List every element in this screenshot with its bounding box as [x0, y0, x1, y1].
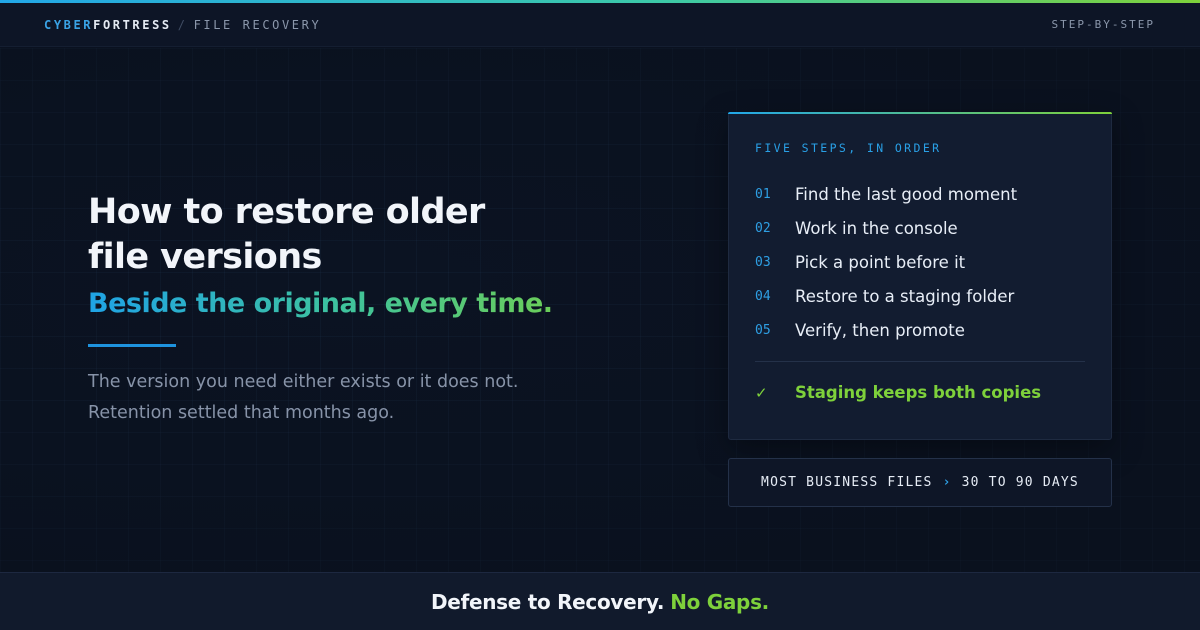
footer-tagline: Defense to Recovery.: [431, 589, 665, 614]
step-number: 03: [755, 254, 771, 270]
card-accent-bar: [728, 112, 1112, 114]
step-label: Find the last good moment: [795, 184, 1018, 204]
footer-bar: Defense to Recovery. No Gaps.: [0, 572, 1200, 630]
step-item: 04 Restore to a staging folder: [755, 279, 1085, 313]
retention-label: MOST BUSINESS FILES: [761, 475, 933, 490]
retention-value: 30 TO 90 DAYS: [961, 475, 1079, 490]
step-item: 03 Pick a point before it: [755, 245, 1085, 279]
page-subtitle: Beside the original, every time.: [88, 286, 648, 322]
header-bar: CYBERFORTRESS / FILE RECOVERY STEP-BY-STEP: [0, 3, 1200, 47]
breadcrumb-separator: /: [177, 18, 188, 32]
step-number: 05: [755, 322, 771, 338]
step-item: 01 Find the last good moment: [755, 177, 1085, 211]
step-label: Pick a point before it: [795, 252, 966, 272]
retention-badge: MOST BUSINESS FILES › 30 TO 90 DAYS: [728, 458, 1112, 507]
staging-note-label: Staging keeps both copies: [795, 383, 1042, 402]
steps-card-heading: FIVE STEPS, IN ORDER: [755, 141, 942, 155]
steps-card: FIVE STEPS, IN ORDER 01 Find the last go…: [728, 112, 1112, 440]
checkmark-icon: ✓: [755, 383, 768, 402]
brand-logo-part1[interactable]: CYBER: [44, 18, 93, 32]
card-divider: [755, 361, 1085, 362]
steps-list: 01 Find the last good moment 02 Work in …: [755, 177, 1085, 347]
step-number: 02: [755, 220, 771, 236]
step-item: 05 Verify, then promote: [755, 313, 1085, 347]
hero-description: The version you need either exists or it…: [88, 367, 648, 429]
step-number: 01: [755, 186, 771, 202]
brand-logo-part2[interactable]: FORTRESS: [93, 18, 172, 32]
footer-tagline-accent: No Gaps.: [670, 589, 769, 614]
hero-description-line-2: Retention settled that months ago.: [88, 403, 395, 423]
step-label: Work in the console: [795, 218, 958, 238]
step-item: 02 Work in the console: [755, 211, 1085, 245]
page-title: How to restore older file versions: [88, 192, 485, 277]
hero-section: How to restore older file versions Besid…: [88, 190, 648, 429]
breadcrumb-section[interactable]: FILE RECOVERY: [194, 18, 322, 32]
breadcrumb: CYBERFORTRESS / FILE RECOVERY: [44, 18, 321, 32]
hero-description-line-1: The version you need either exists or it…: [88, 372, 519, 392]
staging-note: ✓ Staging keeps both copies: [755, 383, 1041, 402]
step-number: 04: [755, 288, 771, 304]
chevron-right-icon: ›: [942, 475, 952, 490]
step-label: Restore to a staging folder: [795, 286, 1015, 306]
step-label: Verify, then promote: [795, 320, 965, 340]
header-tag: STEP-BY-STEP: [1051, 18, 1155, 31]
title-underline: [88, 344, 176, 347]
